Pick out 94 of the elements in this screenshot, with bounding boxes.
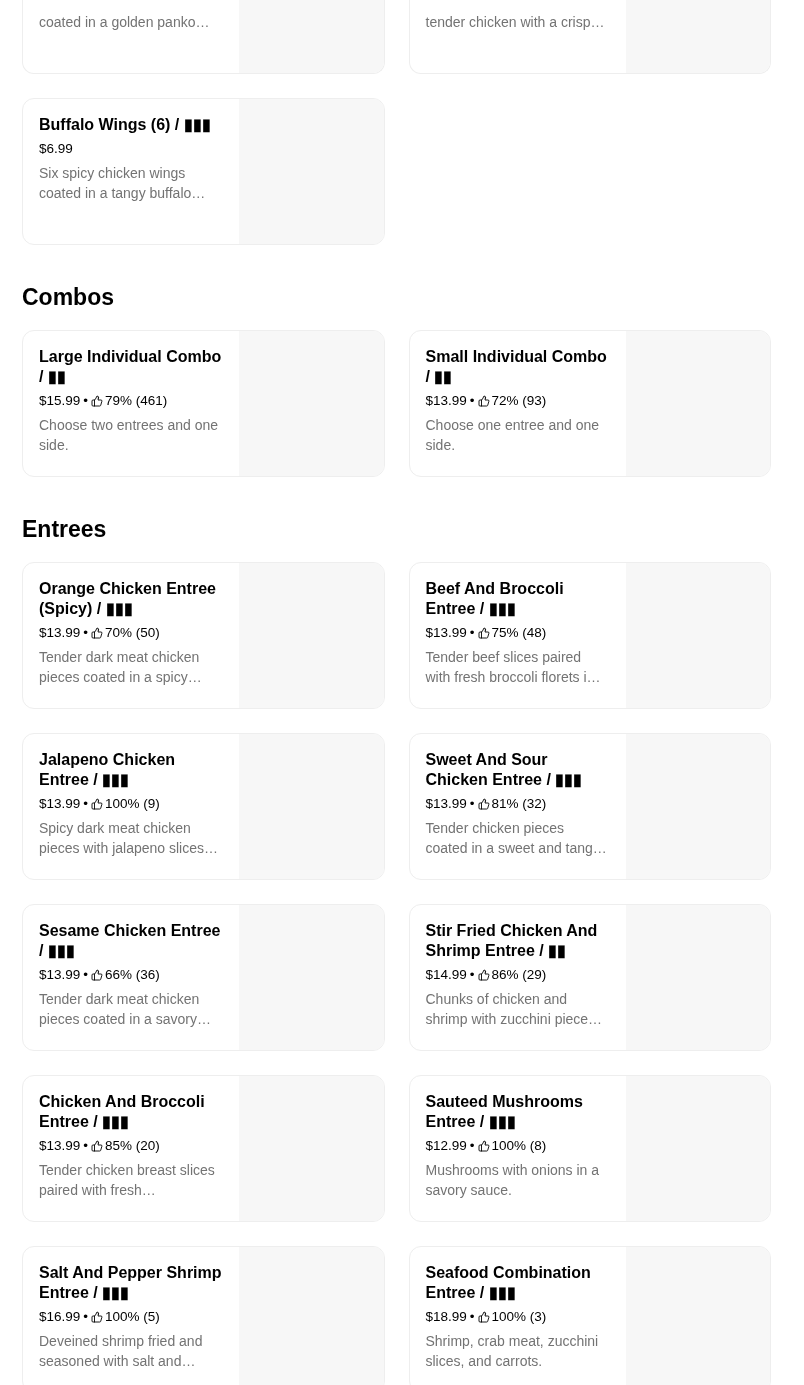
menu-item-card[interactable]: Chicken And Broccoli Entree / ▮▮▮ $13.99 • 85% (20) Tender chicken breast slices paired with fresh…	[22, 1075, 385, 1222]
menu-item-card[interactable]: Sauteed Mushrooms Entree / ▮▮▮ $12.99 • 100% (8) Mushrooms with onions in a savory sauce.	[408, 1075, 771, 1222]
thumbs-up-icon	[477, 1311, 490, 1323]
item-name: Buffalo Wings (6) / ▮▮▮	[39, 115, 212, 135]
thumbs-up-icon	[91, 1140, 104, 1152]
item-price: $13.99	[425, 392, 467, 410]
item-rating: 100% (3)	[491, 1308, 547, 1326]
separator-dot: •	[83, 624, 89, 642]
item-name: Chicken And Broccoli Entree / ▮▮▮	[39, 1092, 206, 1132]
item-name: Jalapeno Chicken Entree / ▮▮▮	[39, 750, 177, 790]
item-description: Tender dark meat chicken pieces coated in a spicy…	[39, 648, 203, 687]
menu-item-card[interactable]: Sweet And Sour Chicken Entree / ▮▮▮ $13.99 • 81% (32) Tender chicken pieces coated in a sweet and tang…	[408, 733, 771, 880]
item-name: Salt And Pepper Shrimp Entree / ▮▮▮	[39, 1263, 223, 1303]
item-name: Beef And Broccoli Entree / ▮▮▮	[425, 579, 565, 619]
item-name: Small Individual Combo / ▮▮	[425, 347, 608, 387]
separator-dot: •	[469, 1137, 475, 1155]
menu-item-card[interactable]: Stir Fried Chicken And Shrimp Entree / ▮▮ $14.99 • 86% (29) Chunks of chicken and shrimp with zucchini piece…	[408, 904, 771, 1051]
item-price: $12.99	[425, 1137, 467, 1155]
separator-dot: •	[469, 795, 475, 813]
separator-dot: •	[83, 1137, 89, 1155]
item-name: Orange Chicken Entree (Spicy) / ▮▮▮	[39, 579, 217, 619]
item-description: coated in a golden panko…	[39, 13, 211, 32]
menu-item-card[interactable]: Sesame Chicken Entree / ▮▮▮ $13.99 • 66% (36) Tender dark meat chicken pieces coated in a savory…	[22, 904, 385, 1051]
item-rating: 81% (32)	[491, 795, 547, 813]
menu-item-card[interactable]: Small Individual Combo / ▮▮ $13.99 • 72% (93) Choose one entree and one side.	[408, 330, 771, 477]
thumbs-up-icon	[477, 1140, 490, 1152]
thumbs-up-icon	[91, 627, 104, 639]
section-heading: Combos	[22, 283, 115, 312]
thumbs-up-icon	[477, 798, 490, 810]
menu-item-card[interactable]: Jalapeno Chicken Entree / ▮▮▮ $13.99 • 100% (9) Spicy dark meat chicken pieces with jalapeno slices…	[22, 733, 385, 880]
item-rating: 70% (50)	[105, 624, 160, 642]
item-description: Choose one entree and one side.	[425, 416, 601, 455]
separator-dot: •	[469, 966, 475, 984]
thumbs-up-icon	[477, 395, 490, 407]
item-rating: 79% (461)	[105, 392, 168, 410]
item-description: Tender chicken breast slices paired with fresh…	[39, 1161, 216, 1200]
thumbs-up-icon	[91, 798, 104, 810]
menu-item-card[interactable]: Seafood Combination Entree / ▮▮▮ $18.99 • 100% (3) Shrimp, crab meat, zucchini slices, and carrots.	[408, 1246, 771, 1385]
thumbs-up-icon	[91, 395, 104, 407]
thumbs-up-icon	[91, 969, 104, 981]
item-rating: 75% (48)	[491, 624, 547, 642]
item-rating: 66% (36)	[105, 966, 160, 984]
menu-item-card[interactable]: Beef And Broccoli Entree / ▮▮▮ $13.99 • 75% (48) Tender beef slices paired with fresh broccoli florets i…	[408, 562, 771, 709]
item-description: Spicy dark meat chicken pieces with jalapeno slices…	[39, 819, 219, 858]
item-rating: 100% (9)	[105, 795, 160, 813]
item-description: Tender beef slices paired with fresh broccoli florets i…	[425, 648, 602, 687]
separator-dot: •	[83, 1308, 89, 1326]
thumbs-up-icon	[91, 1311, 104, 1323]
item-price: $18.99	[425, 1308, 467, 1326]
item-name: Seafood Combination Entree / ▮▮▮	[425, 1263, 592, 1303]
separator-dot: •	[83, 966, 89, 984]
item-description: Six spicy chicken wings coated in a tangy buffalo…	[39, 164, 207, 203]
item-price: $6.99	[39, 140, 73, 158]
item-name: Sesame Chicken Entree / ▮▮▮	[39, 921, 222, 961]
item-name: Large Individual Combo / ▮▮	[39, 347, 223, 387]
item-name: Stir Fried Chicken And Shrimp Entree / ▮▮	[425, 921, 599, 961]
item-description: Choose two entrees and one side.	[39, 416, 219, 455]
item-price: $15.99	[39, 392, 81, 410]
thumbs-up-icon	[477, 627, 490, 639]
item-description: Tender dark meat chicken pieces coated in a savory…	[39, 990, 212, 1029]
item-description: Tender chicken pieces coated in a sweet and tang…	[425, 819, 608, 858]
separator-dot: •	[469, 392, 475, 410]
menu-item-card[interactable]: Orange Chicken Entree (Spicy) / ▮▮▮ $13.99 • 70% (50) Tender dark meat chicken pieces coated in a spicy…	[22, 562, 385, 709]
menu-item-card[interactable]: Buffalo Wings (6) / ▮▮▮ $6.99 Six spicy chicken wings coated in a tangy buffalo…	[22, 98, 385, 245]
item-price: $16.99	[39, 1308, 81, 1326]
thumbs-up-icon	[477, 969, 490, 981]
section-heading: Entrees	[22, 515, 108, 544]
item-rating: 85% (20)	[105, 1137, 160, 1155]
item-price: $13.99	[39, 795, 81, 813]
item-price: $13.99	[39, 1137, 81, 1155]
separator-dot: •	[469, 1308, 475, 1326]
separator-dot: •	[469, 624, 475, 642]
menu-item-card[interactable]: Salt And Pepper Shrimp Entree / ▮▮▮ $16.99 • 100% (5) Deveined shrimp fried and seasoned with salt and…	[22, 1246, 385, 1385]
item-description: tender chicken with a crisp…	[425, 13, 606, 32]
item-rating: 86% (29)	[491, 966, 547, 984]
item-price: $14.99	[425, 966, 467, 984]
item-price: $13.99	[425, 795, 467, 813]
item-price: $13.99	[39, 624, 81, 642]
item-description: Mushrooms with onions in a savory sauce.	[425, 1161, 601, 1200]
item-rating: 100% (5)	[105, 1308, 160, 1326]
item-rating: 72% (93)	[491, 392, 547, 410]
separator-dot: •	[83, 392, 89, 410]
item-description: Deveined shrimp fried and seasoned with salt and…	[39, 1332, 204, 1371]
item-price: $13.99	[39, 966, 81, 984]
item-description: Shrimp, crab meat, zucchini slices, and carrots.	[425, 1332, 600, 1371]
menu-item-card[interactable]: tender chicken with a crisp…	[408, 0, 771, 74]
menu-item-card[interactable]: Large Individual Combo / ▮▮ $15.99 • 79% (461) Choose two entrees and one side.	[22, 330, 385, 477]
item-name: Sweet And Sour Chicken Entree / ▮▮▮	[425, 750, 584, 790]
item-rating: 100% (8)	[491, 1137, 547, 1155]
item-price: $13.99	[425, 624, 467, 642]
item-description: Chunks of chicken and shrimp with zucchini piece…	[425, 990, 604, 1029]
menu-item-card[interactable]: coated in a golden panko…	[22, 0, 385, 74]
item-name: Sauteed Mushrooms Entree / ▮▮▮	[425, 1092, 584, 1132]
separator-dot: •	[83, 795, 89, 813]
